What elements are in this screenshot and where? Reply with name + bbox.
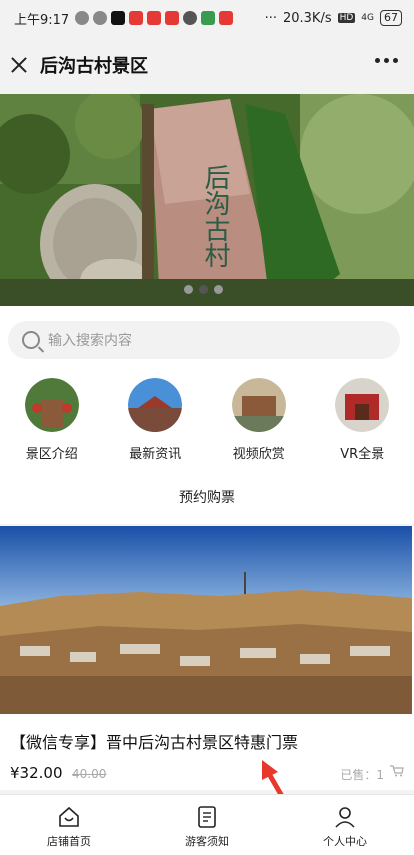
wechat-icon: [75, 11, 89, 25]
carousel-dot-active[interactable]: [199, 285, 208, 294]
quick-nav: 景区介绍 最新资讯 视频欣赏 VR全景: [0, 378, 414, 462]
product-card[interactable]: 【微信专享】晋中后沟古村景区特惠门票 ¥32.00 40.00 已售：1: [0, 526, 414, 790]
nav-label: 视频欣赏: [207, 443, 311, 462]
sold-count: 已售：1: [340, 766, 384, 783]
product-price: ¥32.00: [10, 764, 63, 782]
network-speed: 20.3K/s: [283, 11, 332, 26]
banner-carousel[interactable]: 后沟古村: [0, 94, 414, 306]
app-icon: [183, 11, 197, 25]
search-placeholder: 输入搜索内容: [48, 330, 132, 350]
home-icon: [57, 805, 81, 829]
carousel-dots: [184, 285, 223, 294]
nav-item-intro[interactable]: 景区介绍: [0, 378, 104, 462]
search-icon: [22, 331, 40, 349]
tiktok-icon: [111, 11, 125, 25]
vr-thumbnail: [335, 378, 389, 432]
carousel-dot[interactable]: [214, 285, 223, 294]
person-icon: [333, 805, 357, 829]
play-icon: [201, 11, 215, 25]
tab-notice[interactable]: 游客须知: [138, 795, 276, 855]
signal-icon: 4G: [361, 13, 374, 23]
tab-home[interactable]: 店铺首页: [0, 795, 138, 855]
tab-label: 店铺首页: [0, 833, 138, 849]
app-icon: [147, 11, 161, 25]
nav-item-news[interactable]: 最新资讯: [104, 378, 208, 462]
tab-profile[interactable]: 个人中心: [276, 795, 414, 855]
title-bar: 后沟古村景区: [0, 36, 414, 94]
status-bar: 上午9:17 ··· 20.3K/s HD 4G 67: [0, 0, 414, 36]
tab-label: 游客须知: [138, 833, 276, 849]
tab-label: 个人中心: [276, 833, 414, 849]
booking-link[interactable]: 预约购票: [0, 487, 414, 507]
page-title: 后沟古村景区: [40, 52, 148, 78]
more-dots-icon: ···: [265, 11, 277, 26]
carousel-dot[interactable]: [184, 285, 193, 294]
hd-icon: HD: [338, 13, 356, 23]
nav-label: 最新资讯: [104, 443, 208, 462]
nav-label: VR全景: [311, 443, 414, 462]
bottom-tab-bar: 店铺首页 游客须知 个人中心: [0, 794, 414, 855]
close-icon[interactable]: [10, 56, 28, 74]
more-icon[interactable]: [375, 58, 398, 63]
nav-label: 景区介绍: [0, 443, 104, 462]
product-old-price: 40.00: [72, 767, 106, 781]
intro-thumbnail: [25, 378, 79, 432]
news-thumbnail: [128, 378, 182, 432]
app-icon: [165, 11, 179, 25]
nav-item-video[interactable]: 视频欣赏: [207, 378, 311, 462]
status-time: 上午9:17: [14, 9, 69, 28]
cart-icon[interactable]: [390, 765, 404, 777]
wechat-icon: [93, 11, 107, 25]
nav-item-vr[interactable]: VR全景: [311, 378, 414, 462]
banner-image: 后沟古村: [0, 94, 414, 306]
battery-icon: 67: [380, 10, 402, 26]
video-thumbnail: [232, 378, 286, 432]
app-icon: [219, 11, 233, 25]
search-input[interactable]: 输入搜索内容: [8, 321, 400, 359]
banner-inscription: 后沟古村: [200, 164, 230, 268]
notice-icon: [195, 805, 219, 829]
product-title: 【微信专享】晋中后沟古村景区特惠门票: [10, 729, 298, 753]
app-icon: [129, 11, 143, 25]
product-image: [0, 526, 412, 714]
